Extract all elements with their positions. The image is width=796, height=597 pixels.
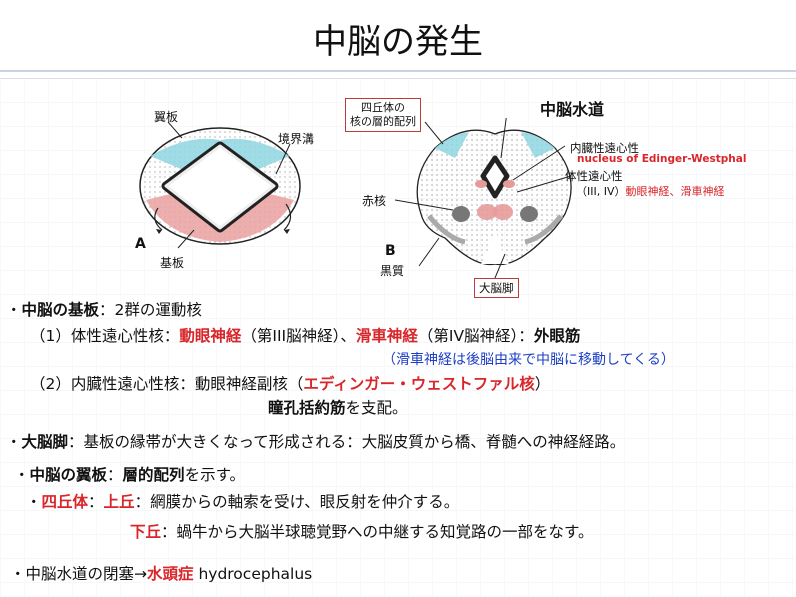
edinger-westphal-label: nucleus of Edinger-Westphal: [577, 153, 747, 165]
basal-plate-label: 基板: [160, 256, 185, 270]
innervates-text: を支配。: [345, 399, 408, 417]
superior-colliculus: 上丘: [103, 493, 135, 511]
hydrocephalus-en: hydrocephalus: [193, 565, 313, 583]
peduncle-desc: ：基板の縁帯が大きくなって形成される：大脳皮質から橋、脊髄への神経経路。: [68, 433, 626, 451]
hydrocephalus-line: ・中脳水道の閉塞→水頭症 hydrocephalus: [10, 562, 312, 584]
oculomotor-nerve: 動眼神経: [179, 327, 242, 345]
inferior-colliculus: 下丘: [130, 523, 162, 541]
trochlear-nerve: 滑車神経: [355, 327, 418, 345]
bullet: ・: [26, 493, 42, 511]
cn4-note: （第IV脳神経）：: [417, 327, 534, 345]
basal-plate-line: ・中脳の基板：2群の運動核: [6, 298, 202, 320]
colon: ：: [88, 493, 104, 511]
layered-arrangement: 層的配列: [122, 466, 185, 484]
alar-plate-heading: 中脳の翼板: [29, 466, 108, 484]
somatic-efferent-sub: （III, IV）動眼神経、滑車神経: [576, 183, 725, 199]
inferior-colliculus-desc: ：蝸牛から大脳半球聴覚野への中継する知覚路の一部をなす。: [161, 523, 594, 541]
close-paren: ）: [534, 375, 551, 393]
basal-plate-desc: ：2群の運動核: [99, 301, 202, 319]
basal-plate-heading: 中脳の基板: [21, 301, 100, 319]
substantia-nigra-label: 黒質: [380, 264, 405, 278]
sphincter-pupillae: 瞳孔括約筋: [268, 399, 346, 417]
bullet: ・: [14, 466, 30, 484]
hydrocephalus-jp: 水頭症: [147, 565, 194, 583]
inferior-colliculus-line: 下丘：蝸牛から大脳半球聴覚野への中継する知覚路の一部をなす。: [130, 520, 593, 542]
figure-b-diagram: [395, 118, 572, 278]
colon: ：: [107, 466, 123, 484]
bullet: ・: [6, 433, 22, 451]
trochlear-note: （滑車神経は後脳由来で中脳に移動してくる）: [382, 352, 675, 368]
title-divider-thin: [0, 78, 796, 79]
alar-plate-line: ・中脳の翼板：層的配列を示す。: [14, 463, 245, 485]
visceral-nuclei-line: （2）内臓性遠心性核：動眼神経副核（エディンガー・ウェストファル核）: [30, 372, 550, 394]
figure-a-letter: A: [135, 236, 146, 252]
extraocular-muscles: 外眼筋: [533, 327, 581, 345]
red-nucleus-label: 赤核: [362, 194, 387, 208]
superior-colliculus-desc: ：網膜からの軸索を受け、眼反射を仲介する。: [134, 493, 460, 511]
oculomotor-trochlear-label: 動眼神経、滑車神経: [625, 185, 725, 198]
figure-b-letter: B: [385, 243, 396, 259]
peduncle-line: ・大脳脚：基板の縁帯が大きくなって形成される：大脳皮質から橋、脊髄への神経経路。: [6, 430, 625, 452]
edinger-westphal-nucleus: エディンガー・ウェストファル核: [303, 375, 535, 393]
sphincter-line: 瞳孔括約筋を支配。: [268, 396, 408, 418]
aqueduct-obstruction: ・中脳水道の閉塞→: [10, 565, 147, 583]
somatic-nuclei-line: （1）体性遠心性核：動眼神経（第III脳神経）、滑車神経（第IV脳神経）：外眼筋: [30, 324, 580, 346]
wing-plate-label: 翼板: [154, 110, 179, 124]
superior-colliculus-line: ・四丘体：上丘：網膜からの軸索を受け、眼反射を仲介する。: [26, 490, 459, 512]
visceral-nuclei-prefix: （2）内臓性遠心性核：動眼神経副核（: [30, 375, 304, 393]
title-divider: [0, 70, 796, 72]
sulcus-limitans-label: 境界溝: [278, 132, 315, 146]
colliculi-layer-box: 四丘体の 核の層的配列: [345, 98, 421, 132]
cranial-numbers: （III, IV）: [576, 185, 626, 198]
peduncle-heading: 大脳脚: [21, 433, 69, 451]
cerebral-peduncle-box: 大脳脚: [474, 278, 519, 298]
alar-plate-desc: を示す。: [184, 466, 246, 484]
bullet: ・: [6, 301, 22, 319]
colliculi-layer-line1: 四丘体の: [361, 101, 405, 114]
cn3-note: （第III脳神経）、: [241, 327, 356, 345]
colliculi-layer-line2: 核の層的配列: [350, 115, 416, 128]
page-title: 中脳の発生: [313, 22, 483, 62]
somatic-nuclei-prefix: （1）体性遠心性核：: [30, 327, 180, 345]
somatic-efferent-label: 体性遠心性: [565, 169, 623, 183]
cerebral-aqueduct-label: 中脳水道: [540, 100, 605, 119]
corpora-quadrigemina: 四丘体: [41, 493, 89, 511]
